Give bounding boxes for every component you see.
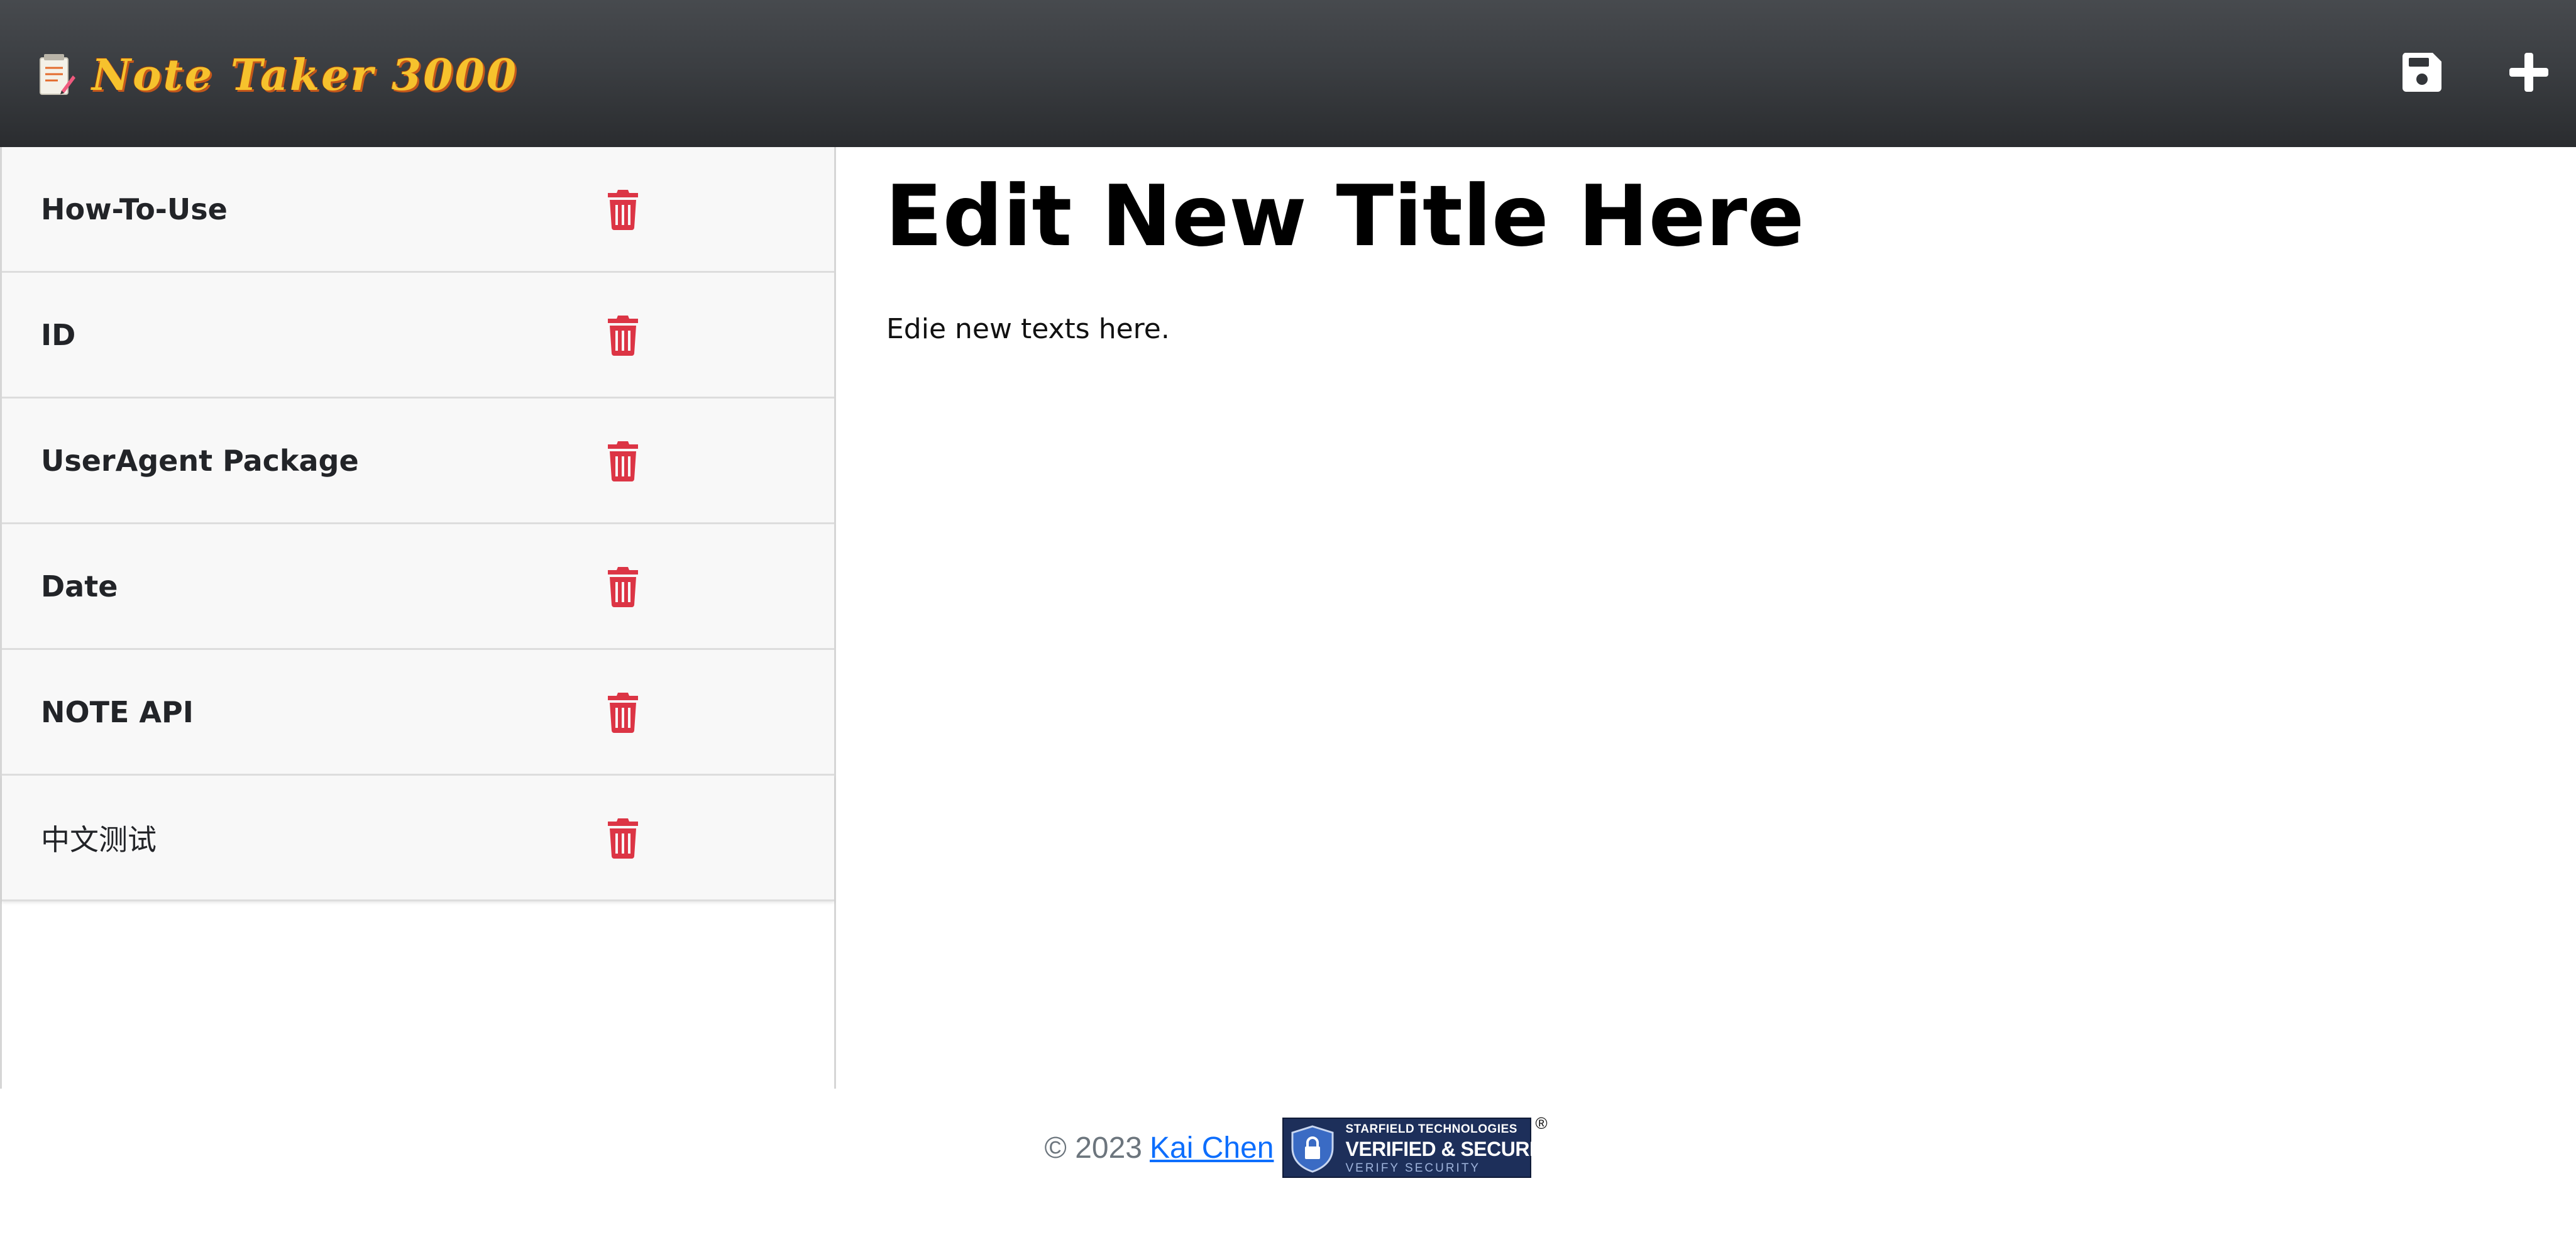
note-list: How-To-Use ID UserAgent Package Date NOT… xyxy=(2,147,834,901)
plus-icon xyxy=(2509,53,2548,92)
note-editor: Edie new texts here. xyxy=(836,147,2576,1089)
registered-mark: ® xyxy=(1535,1114,1548,1133)
trash-icon[interactable] xyxy=(607,817,639,859)
floppy-disk-icon xyxy=(2402,53,2441,92)
seal-company-text: STARFIELD TECHNOLOGIES xyxy=(1345,1123,1517,1136)
note-item-title[interactable]: UserAgent Package xyxy=(41,399,359,522)
footer: © 2023 Kai Chen STARFIELD TECHNOLOGIES V… xyxy=(0,1089,2576,1237)
note-list-item[interactable]: Date xyxy=(2,524,834,650)
note-list-item[interactable]: UserAgent Package xyxy=(2,399,834,524)
note-item-title[interactable]: NOTE API xyxy=(41,650,194,774)
note-list-item[interactable]: 中文测试 xyxy=(2,776,834,901)
note-item-title[interactable]: Date xyxy=(41,524,118,648)
trash-icon[interactable] xyxy=(607,189,639,230)
new-note-button[interactable] xyxy=(2502,45,2556,99)
note-list-item[interactable]: How-To-Use xyxy=(2,147,834,273)
save-note-button[interactable] xyxy=(2395,45,2449,99)
trash-icon[interactable] xyxy=(607,691,639,733)
note-item-title[interactable]: ID xyxy=(41,273,75,397)
trash-icon[interactable] xyxy=(607,566,639,607)
trash-icon[interactable] xyxy=(607,440,639,481)
brand[interactable]: Note Taker 3000 xyxy=(39,45,518,106)
lock-shield-icon xyxy=(1291,1125,1334,1173)
note-text-area[interactable]: Edie new texts here. xyxy=(886,313,2395,627)
note-item-title[interactable]: 中文测试 xyxy=(41,776,157,899)
security-seal-badge[interactable]: STARFIELD TECHNOLOGIES VERIFIED & SECURE… xyxy=(1282,1114,1557,1178)
navbar: Note Taker 3000 xyxy=(0,0,2576,147)
note-list-panel: How-To-Use ID UserAgent Package Date NOT… xyxy=(0,147,836,1089)
memo-pencil-icon xyxy=(40,54,75,95)
note-list-item[interactable]: NOTE API xyxy=(2,650,834,776)
app-title: Note Taker 3000 xyxy=(92,50,519,101)
trash-icon[interactable] xyxy=(607,314,639,356)
note-title-input[interactable] xyxy=(885,166,2394,267)
note-list-item[interactable]: ID xyxy=(2,273,834,399)
seal-verify-link: VERIFY SECURITY xyxy=(1345,1162,1481,1175)
author-link[interactable]: Kai Chen xyxy=(1150,1131,1274,1165)
note-item-title[interactable]: How-To-Use xyxy=(41,147,228,271)
seal-verified-text: VERIFIED & SECURED xyxy=(1345,1138,1557,1160)
copyright-text: © 2023 xyxy=(1044,1131,1142,1165)
copyright: © 2023 Kai Chen STARFIELD TECHNOLOGIES V… xyxy=(1044,1114,1557,1179)
